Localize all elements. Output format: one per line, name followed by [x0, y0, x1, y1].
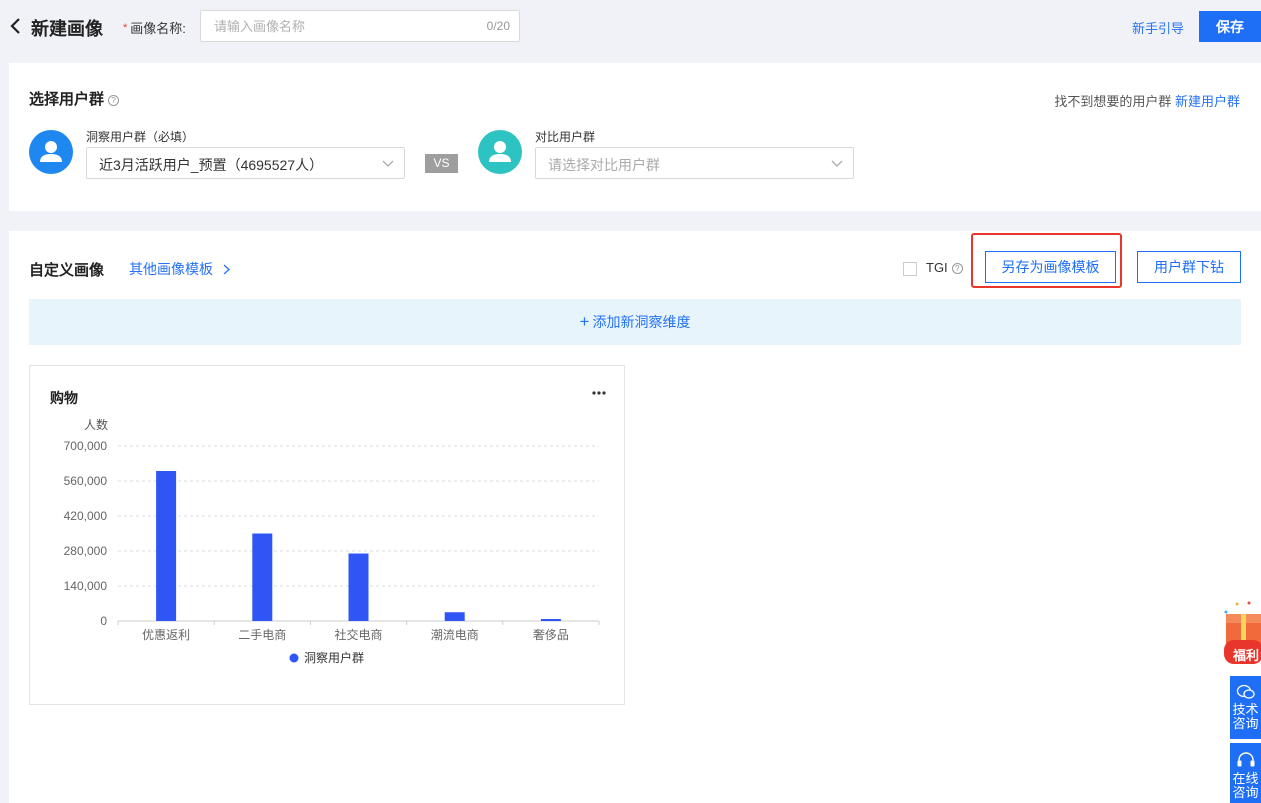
user-group-title: 选择用户群? [29, 88, 120, 109]
page-title: 新建画像 [31, 19, 103, 39]
bar-chart: 人数 0 140,000 280,000 420,000 560,000 700,000 优惠… [64, 417, 600, 665]
y-axis-label: 人数 [84, 417, 108, 432]
add-dimension-button[interactable]: + 添加新洞察维度 [29, 299, 1241, 345]
help-icon[interactable]: ? [951, 263, 963, 274]
x-tick-label: 二手电商 [238, 627, 286, 642]
tech-consult-label-2: 咨询 [1232, 716, 1259, 731]
custom-portrait-title: 自定义画像 [29, 262, 105, 279]
not-found-text: 找不到想要的用户群 [1054, 94, 1172, 109]
insight-group-avatar [29, 130, 73, 174]
save-button[interactable]: 保存 [1199, 11, 1261, 42]
user-group-panel: 选择用户群? 找不到想要的用户群 新建用户群 洞察用户群（必填） 近3月活跃用户… [9, 63, 1261, 211]
tech-consult-button[interactable]: 技术 咨询 [1230, 676, 1261, 739]
vs-badge: VS [425, 154, 458, 173]
portrait-name-input[interactable] [201, 11, 471, 41]
insight-group-value: 近3月活跃用户_预置（4695527人） [99, 157, 324, 173]
x-tick-label: 潮流电商 [431, 627, 479, 642]
wechat-icon [1236, 684, 1255, 699]
plus-icon: + [579, 312, 590, 331]
compare-group-avatar [478, 130, 522, 174]
name-char-count: 0/20 [486, 19, 510, 33]
online-consult-label-1: 在线 [1232, 771, 1259, 786]
back-arrow-icon[interactable] [8, 16, 24, 36]
online-consult-label-2: 咨询 [1232, 785, 1259, 800]
welfare-label: 福利 [1233, 648, 1260, 663]
bar [540, 619, 561, 621]
user-group-title-text: 选择用户群 [29, 91, 105, 108]
compare-group-placeholder: 请选择对比用户群 [548, 157, 660, 173]
legend-label: 洞察用户群 [304, 650, 364, 665]
save-as-template-button[interactable]: 另存为画像模板 [985, 251, 1116, 283]
add-dimension-text: 添加新洞察维度 [592, 314, 691, 330]
page-header: 新建画像 *画像名称: 0/20 新手引导 保存 [0, 0, 1261, 55]
custom-portrait-panel: 自定义画像 其他画像模板 TGI? 另存为画像模板 用户群下钻 + 添加新洞察维度… [9, 231, 1261, 803]
tgi-label: TGI? [926, 260, 963, 275]
other-templates-link[interactable]: 其他画像模板 [129, 259, 231, 279]
bar [348, 553, 369, 621]
user-icon [489, 141, 511, 162]
online-consult-button[interactable]: 在线 咨询 [1230, 743, 1261, 803]
welfare-gift-widget[interactable]: 福利 [1222, 600, 1261, 666]
y-tick-label: 280,000 [64, 544, 108, 558]
y-tick-label: 420,000 [64, 509, 108, 523]
not-found-hint: 找不到想要的用户群 新建用户群 [1054, 91, 1240, 110]
other-templates-text: 其他画像模板 [129, 261, 213, 277]
required-mark: * [123, 22, 128, 34]
headset-icon [1237, 752, 1254, 767]
tgi-checkbox[interactable] [903, 262, 917, 276]
chevron-down-icon [831, 160, 843, 167]
y-tick-label: 0 [100, 614, 107, 628]
shopping-chart-card: 购物 人数 0 140,000 280,000 420,000 560,000 700,00… [29, 365, 625, 705]
y-tick-label: 140,000 [64, 579, 108, 593]
y-tick-label: 700,000 [64, 439, 108, 453]
name-input-wrapper: 0/20 [200, 10, 520, 42]
help-icon[interactable]: ? [108, 95, 120, 106]
chevron-down-icon [382, 160, 394, 167]
compare-group-label: 对比用户群 [535, 130, 596, 144]
tgi-label-text: TGI [926, 260, 948, 275]
chevron-right-icon [223, 264, 230, 275]
x-tick-label: 奢侈品 [533, 628, 569, 642]
user-group-drilldown-button[interactable]: 用户群下钻 [1137, 251, 1241, 283]
compare-group-select[interactable]: 请选择对比用户群 [535, 147, 854, 179]
insight-group-label: 洞察用户群（必填） [86, 130, 195, 144]
name-label: * 画像名称: [123, 18, 186, 37]
bar [156, 471, 177, 621]
name-label-text: 画像名称: [130, 21, 186, 36]
x-tick-label: 优惠返利 [142, 628, 190, 642]
user-icon [40, 141, 62, 162]
tech-consult-label-1: 技术 [1232, 702, 1259, 717]
insight-group-select[interactable]: 近3月活跃用户_预置（4695527人） [86, 147, 405, 179]
bar [444, 612, 465, 621]
x-tick-label: 社交电商 [334, 627, 382, 642]
y-tick-label: 560,000 [64, 474, 108, 488]
bar [252, 533, 273, 621]
create-user-group-link[interactable]: 新建用户群 [1175, 94, 1240, 109]
legend-marker [289, 653, 299, 663]
beginner-guide-link[interactable]: 新手引导 [1132, 18, 1184, 37]
